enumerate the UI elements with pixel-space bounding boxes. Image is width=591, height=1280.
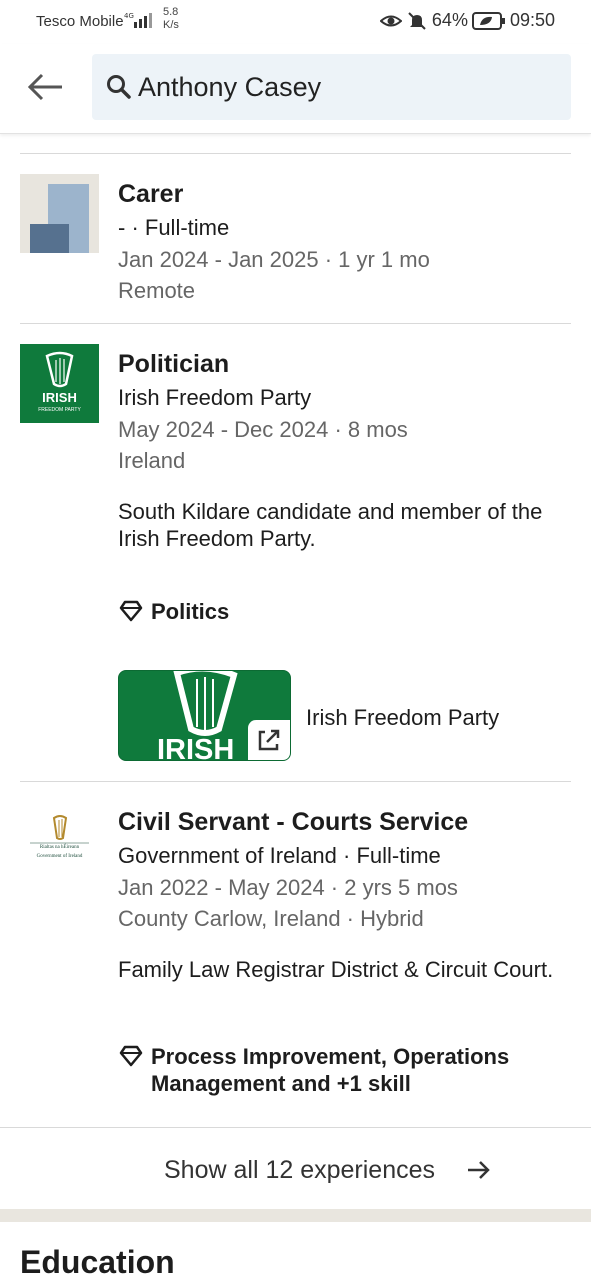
job-description: Family Law Registrar District & Circuit … <box>118 957 554 982</box>
battery-icon <box>471 11 505 30</box>
speed-value: 5.8 <box>163 6 179 18</box>
eye-icon <box>379 15 402 26</box>
education-section-title: Education <box>20 1244 175 1280</box>
search-input[interactable]: Anthony Casey <box>138 72 321 103</box>
skills-row: Politics <box>118 598 548 625</box>
job-location: County Carlow, Ireland · Hybrid <box>118 906 424 931</box>
speed-unit: K/s <box>163 19 179 31</box>
section-separator <box>0 1209 591 1222</box>
job-title: Carer <box>118 180 184 208</box>
skills-text: Politics <box>151 599 230 624</box>
skills-row: Process Improvement, Operations Manageme… <box>118 1043 548 1097</box>
search-icon <box>107 75 131 99</box>
divider <box>20 153 571 154</box>
external-link-badge <box>248 720 290 760</box>
date-range: Jan 2024 - Jan 2025 · 1 yr 1 mo <box>118 247 430 272</box>
divider <box>20 781 571 782</box>
diamond-icon <box>119 600 143 622</box>
company-line: Government of Ireland · Full-time <box>118 843 441 868</box>
media-title[interactable]: Irish Freedom Party <box>306 705 499 731</box>
divider <box>20 323 571 324</box>
job-location: Ireland <box>118 448 186 473</box>
irish-freedom-party-logo[interactable]: IRISH FREEDOM PARTY <box>20 344 99 423</box>
app-header: Anthony Casey <box>0 44 591 134</box>
logo-text: IRISH <box>42 390 77 405</box>
company-logo-placeholder[interactable] <box>20 174 99 253</box>
company-line: - · Full-time <box>118 215 230 240</box>
show-all-experiences-button[interactable]: Show all 12 experiences <box>0 1127 591 1209</box>
search-bar[interactable]: Anthony Casey <box>92 54 571 120</box>
media-thumb-text: IRISH <box>157 734 234 761</box>
arrow-right-icon <box>468 1161 490 1179</box>
job-location: Remote <box>118 278 196 303</box>
logo-text-irish: Rialtas na hÉireann <box>40 844 80 850</box>
date-range: May 2024 - Dec 2024 · 8 mos <box>118 417 408 442</box>
logo-subtext: FREEDOM PARTY <box>38 407 81 413</box>
job-title: Civil Servant - Courts Service <box>118 808 469 836</box>
status-bar: Tesco Mobile 4G 5.8 K/s 64% 09:50 <box>0 0 591 44</box>
job-title: Politician <box>118 350 230 378</box>
external-link-icon <box>258 729 280 751</box>
skills-text: Process Improvement, Operations Manageme… <box>151 1044 510 1096</box>
media-thumbnail[interactable]: IRISH <box>118 670 291 761</box>
clock: 09:50 <box>509 10 555 30</box>
battery-percent: 64% <box>431 10 468 30</box>
carrier-name: Tesco Mobile <box>36 13 124 30</box>
show-all-label: Show all 12 experiences <box>164 1156 435 1184</box>
job-description: South Kildare candidate and member of th… <box>118 499 543 551</box>
back-arrow-icon[interactable] <box>26 70 66 104</box>
mute-bell-icon <box>408 11 426 30</box>
diamond-icon <box>119 1045 143 1067</box>
government-of-ireland-logo[interactable]: Rialtas na hÉireann Government of Irelan… <box>20 802 99 881</box>
date-range: Jan 2022 - May 2024 · 2 yrs 5 mos <box>118 875 458 900</box>
logo-text-english: Government of Ireland <box>37 854 83 859</box>
company-line: Irish Freedom Party <box>118 385 312 410</box>
network-speed: 5.8 K/s <box>163 6 179 32</box>
signal-icon: 4G <box>124 12 152 28</box>
network-type: 4G <box>124 12 134 20</box>
